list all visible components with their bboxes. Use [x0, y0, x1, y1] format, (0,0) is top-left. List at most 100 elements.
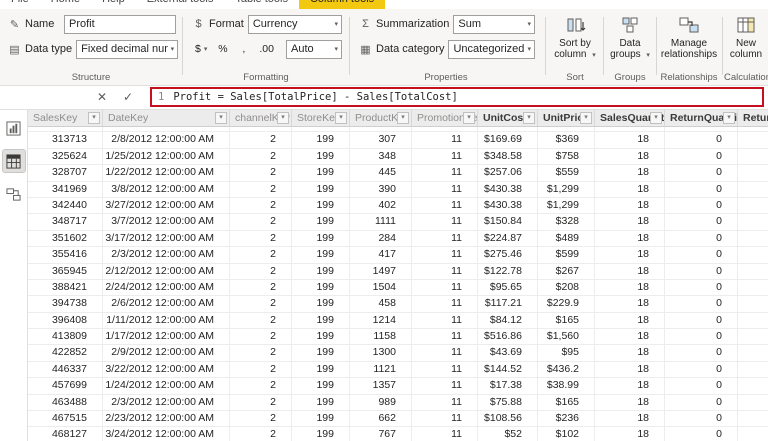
column-filter-dropdown-icon[interactable]: ▾ [277, 112, 289, 124]
ribbon-tab-home[interactable]: Home [40, 0, 91, 9]
data-category-dropdown[interactable]: Uncategorized ▾ [448, 39, 535, 59]
column-header-promotionkey[interactable]: PromotionKey ▾ [412, 110, 478, 126]
decimal-auto-dropdown[interactable]: Auto ▾ [286, 39, 342, 59]
table-row[interactable]: 351602 3/17/2012 12:00:00 AM 2 199 284 11 $224… [28, 230, 768, 248]
table-cell: 199 [292, 296, 350, 313]
column-filter-dropdown-icon[interactable]: ▾ [215, 112, 227, 124]
table-row[interactable]: 413809 1/17/2012 12:00:00 AM 2 199 1158 11 $51… [28, 329, 768, 346]
section-divider [722, 17, 723, 75]
table-row[interactable]: 348717 3/7/2012 12:00:00 AM 2 199 1111 11 $150… [28, 214, 768, 231]
percent-format-button[interactable]: % [214, 40, 231, 58]
cancel-formula-button[interactable]: ✕ [97, 90, 107, 104]
thousands-separator-button[interactable]: , [235, 40, 252, 58]
column-header-unitcost[interactable]: UnitCost ▾ [478, 110, 538, 126]
column-filter-dropdown-icon[interactable]: ▾ [463, 112, 475, 124]
decimal-places-button[interactable]: .00 [256, 40, 277, 58]
currency-format-button[interactable]: $ ▾ [192, 40, 210, 58]
table-row[interactable]: 422852 2/9/2012 12:00:00 AM 2 199 1300 11 $43.… [28, 345, 768, 362]
formula-input[interactable]: 1 Profit = Sales[TotalPrice] - Sales[Tot… [150, 87, 764, 107]
column-filter-dropdown-icon[interactable]: ▾ [523, 112, 535, 124]
table-cell: 11 [412, 296, 478, 313]
model-view-button[interactable] [3, 183, 25, 205]
ribbon-tab-file[interactable]: File [0, 0, 40, 9]
ribbon-section-structure: ✎ Name ▤ Data type Fixed decimal num... … [2, 9, 180, 85]
table-cell: 2 [230, 197, 292, 215]
grid-body[interactable]: 3/21/2012 12:00:00 AM2199111803137132/8/… [28, 127, 768, 441]
table-row[interactable]: 341969 3/8/2012 12:00:00 AM 2 199 390 11 $430.… [28, 181, 768, 198]
table-row[interactable]: 365945 2/12/2012 12:00:00 AM 2 199 1497 11 $12… [28, 263, 768, 280]
table-row[interactable]: 342440 3/27/2012 12:00:00 AM 2 199 402 11 $430… [28, 197, 768, 215]
column-filter-dropdown-icon[interactable]: ▾ [397, 112, 409, 124]
column-filter-dropdown-icon[interactable]: ▾ [723, 112, 735, 124]
table-row[interactable]: 355416 2/3/2012 12:00:00 AM 2 199 417 11 $275.… [28, 247, 768, 264]
ribbon-section-properties: Σ Summarization Sum ▾ ▦ Data category Un… [353, 9, 539, 85]
column-header-returnquantity[interactable]: ReturnQuantity▾ [665, 110, 738, 126]
table-cell: 199 [292, 361, 350, 379]
column-filter-dropdown-icon[interactable]: ▾ [335, 112, 347, 124]
data-groups-button[interactable]: Data groups ▾ [606, 9, 654, 61]
name-input[interactable] [64, 14, 176, 34]
table-row[interactable]: 463488 2/3/2012 12:00:00 AM 2 199 989 11 $75.8… [28, 394, 768, 412]
report-view-button[interactable] [3, 117, 25, 139]
ribbon: ✎ Name ▤ Data type Fixed decimal num... … [0, 9, 768, 86]
ribbon-section-calculations: New column Calculations [724, 9, 768, 85]
data-view-button[interactable] [1, 149, 26, 173]
table-cell: 11 [412, 427, 478, 441]
table-cell: $516.86 [478, 329, 538, 346]
column-header-storekey[interactable]: StoreKey ▾ [292, 110, 350, 126]
new-column-button[interactable]: New column [724, 9, 768, 60]
table-cell: 2/8/2012 12:00:00 AM [103, 132, 230, 149]
ribbon-tab-table-tools[interactable]: Table tools [224, 0, 299, 9]
column-filter-dropdown-icon[interactable]: ▾ [580, 112, 592, 124]
column-filter-dropdown-icon[interactable]: ▾ [88, 112, 100, 124]
format-dropdown[interactable]: Currency ▾ [247, 14, 342, 34]
table-cell: 199 [292, 197, 350, 215]
column-header-return[interactable]: Return▾ [738, 110, 768, 126]
table-cell: 1214 [350, 312, 412, 330]
table-row[interactable]: 446337 3/22/2012 12:00:00 AM 2 199 1121 11 $14… [28, 361, 768, 379]
commit-formula-button[interactable]: ✓ [123, 90, 133, 104]
table-cell: 394738 [28, 296, 103, 313]
ribbon-tab-help[interactable]: Help [91, 0, 136, 9]
table-row[interactable]: 394738 2/6/2012 12:00:00 AM 2 199 458 11 $117.… [28, 296, 768, 313]
table-row[interactable]: 468127 3/24/2012 12:00:00 AM 2 199 767 11 $52 $… [28, 427, 768, 441]
summarization-label: Summarization [376, 18, 450, 30]
ribbon-tab-column-tools[interactable]: Column tools [298, 0, 386, 9]
column-header-salesquantity[interactable]: SalesQuantity ▾ [595, 110, 665, 126]
table-row[interactable]: 313713 2/8/2012 12:00:00 AM 2 199 307 11 $169.… [28, 132, 768, 149]
summarization-dropdown[interactable]: Sum ▾ [453, 14, 535, 34]
table-cell: 199 [292, 214, 350, 231]
table-cell [738, 280, 768, 297]
data-type-dropdown[interactable]: Fixed decimal num... ▾ [76, 39, 179, 59]
table-cell: 2/9/2012 12:00:00 AM [103, 345, 230, 362]
table-cell: 199 [292, 411, 350, 428]
column-header-channelkey[interactable]: channelKey ▾ [230, 110, 292, 126]
table-cell: 18 [595, 312, 665, 330]
data-groups-label: Data groups [610, 38, 641, 60]
column-header-unitprice[interactable]: UnitPrice ▾ [538, 110, 595, 126]
table-cell: $102 [538, 427, 595, 441]
table-cell: 3/8/2012 12:00:00 AM [103, 181, 230, 198]
column-header-datekey[interactable]: DateKey ▾ [103, 110, 230, 126]
table-row[interactable]: 328707 1/22/2012 12:00:00 AM 2 199 445 11 $257… [28, 165, 768, 182]
formula-line-number: 1 [158, 91, 165, 103]
table-cell: 2 [230, 378, 292, 395]
table-cell: 1300 [350, 345, 412, 362]
sort-by-column-button[interactable]: Sort by column ▾ [549, 9, 601, 61]
column-header-productkey[interactable]: ProductKey ▾ [350, 110, 412, 126]
table-cell: $38.99 [538, 378, 595, 395]
column-filter-dropdown-icon[interactable]: ▾ [650, 112, 662, 124]
table-row[interactable]: 457699 1/24/2012 12:00:00 AM 2 199 1357 11 $17… [28, 378, 768, 395]
table-row[interactable]: 467515 2/23/2012 12:00:00 AM 2 199 662 11 $108… [28, 411, 768, 428]
table-row[interactable]: 388421 2/24/2012 12:00:00 AM 2 199 1504 11 $95… [28, 279, 768, 297]
table-cell: 313713 [28, 132, 103, 149]
table-row[interactable]: 325624 1/25/2012 12:00:00 AM 2 199 348 11 $348… [28, 148, 768, 166]
table-cell: 0 [665, 361, 738, 379]
manage-relationships-button[interactable]: Manage relationships [658, 9, 720, 60]
column-header-saleskey[interactable]: SalesKey ▾ [28, 110, 103, 126]
ribbon-tab-external-tools[interactable]: External tools [136, 0, 225, 9]
new-column-label: New column [729, 38, 763, 60]
table-cell: 0 [665, 279, 738, 297]
section-label-calculations: Calculations [724, 72, 768, 83]
table-row[interactable]: 396408 1/11/2012 12:00:00 AM 2 199 1214 11 $84… [28, 312, 768, 330]
